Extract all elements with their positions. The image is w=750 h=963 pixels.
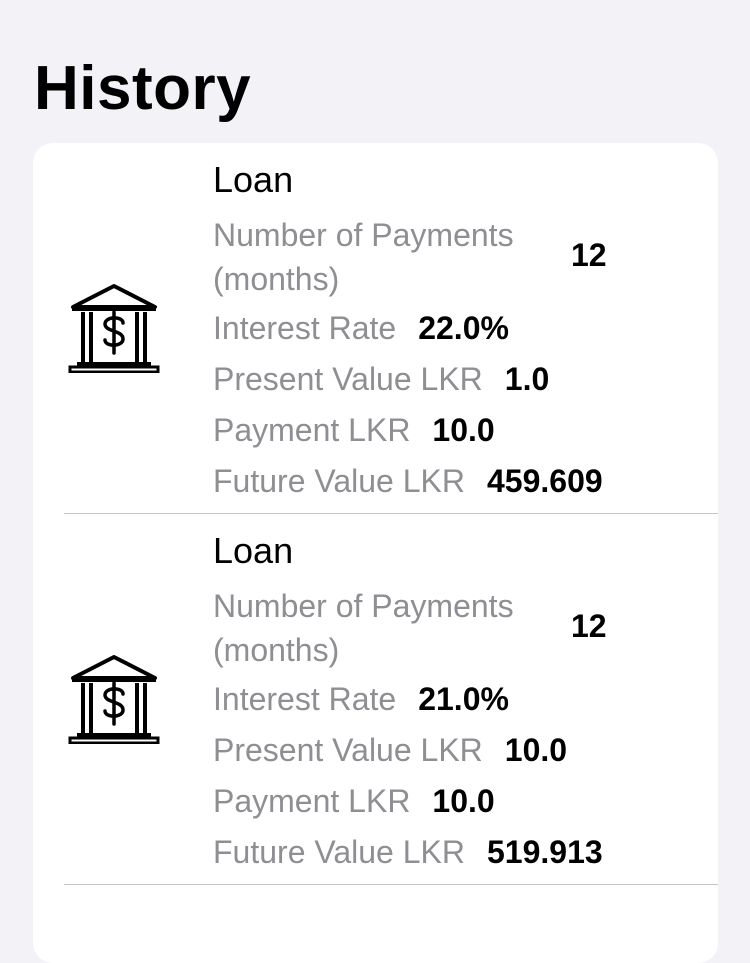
payment-value: 10.0 <box>432 783 495 819</box>
present-value-label: Present Value LKR <box>213 361 483 397</box>
history-entry[interactable]: Loan Number of Payments (months) 12 Inte… <box>33 514 718 885</box>
interest-rate-label: Interest Rate <box>213 681 397 717</box>
present-value-label: Present Value LKR <box>213 732 483 768</box>
page-title: History <box>34 54 252 123</box>
entry-title: Loan <box>213 530 294 571</box>
bank-dollar-icon <box>67 283 161 373</box>
present-value-value: 1.0 <box>504 361 550 397</box>
present-value-value: 10.0 <box>504 732 568 768</box>
payment-row: Payment LKR 10.0 <box>213 409 495 451</box>
future-value-row: Future Value LKR 519.913 <box>213 831 603 873</box>
entry-title: Loan <box>213 159 294 200</box>
payment-label: Payment LKR <box>213 412 411 448</box>
interest-rate-row: Interest Rate 22.0% <box>213 307 509 349</box>
interest-rate-value: 22.0% <box>418 310 509 346</box>
payments-label: Number of Payments (months) <box>213 217 514 297</box>
present-value-row: Present Value LKR 1.0 <box>213 358 549 400</box>
interest-rate-label: Interest Rate <box>213 310 397 346</box>
future-value-row: Future Value LKR 459.609 <box>213 460 603 502</box>
future-value-value: 519.913 <box>486 834 603 870</box>
interest-rate-row: Interest Rate 21.0% <box>213 678 509 720</box>
history-list: Loan Number of Payments (months) 12 Inte… <box>33 143 718 963</box>
divider <box>64 884 718 885</box>
interest-rate-value: 21.0% <box>418 681 509 717</box>
payments-label: Number of Payments (months) <box>213 588 514 668</box>
payments-value: 12 <box>571 608 607 644</box>
payment-label: Payment LKR <box>213 783 411 819</box>
future-value-label: Future Value LKR <box>213 463 465 499</box>
bank-dollar-icon <box>67 654 161 744</box>
future-value-value: 459.609 <box>486 463 603 499</box>
future-value-label: Future Value LKR <box>213 834 465 870</box>
present-value-row: Present Value LKR 10.0 <box>213 729 567 771</box>
payment-value: 10.0 <box>432 412 495 448</box>
payment-row: Payment LKR 10.0 <box>213 780 495 822</box>
history-entry[interactable]: Loan Number of Payments (months) 12 Inte… <box>33 143 718 514</box>
payments-value: 12 <box>571 237 607 273</box>
